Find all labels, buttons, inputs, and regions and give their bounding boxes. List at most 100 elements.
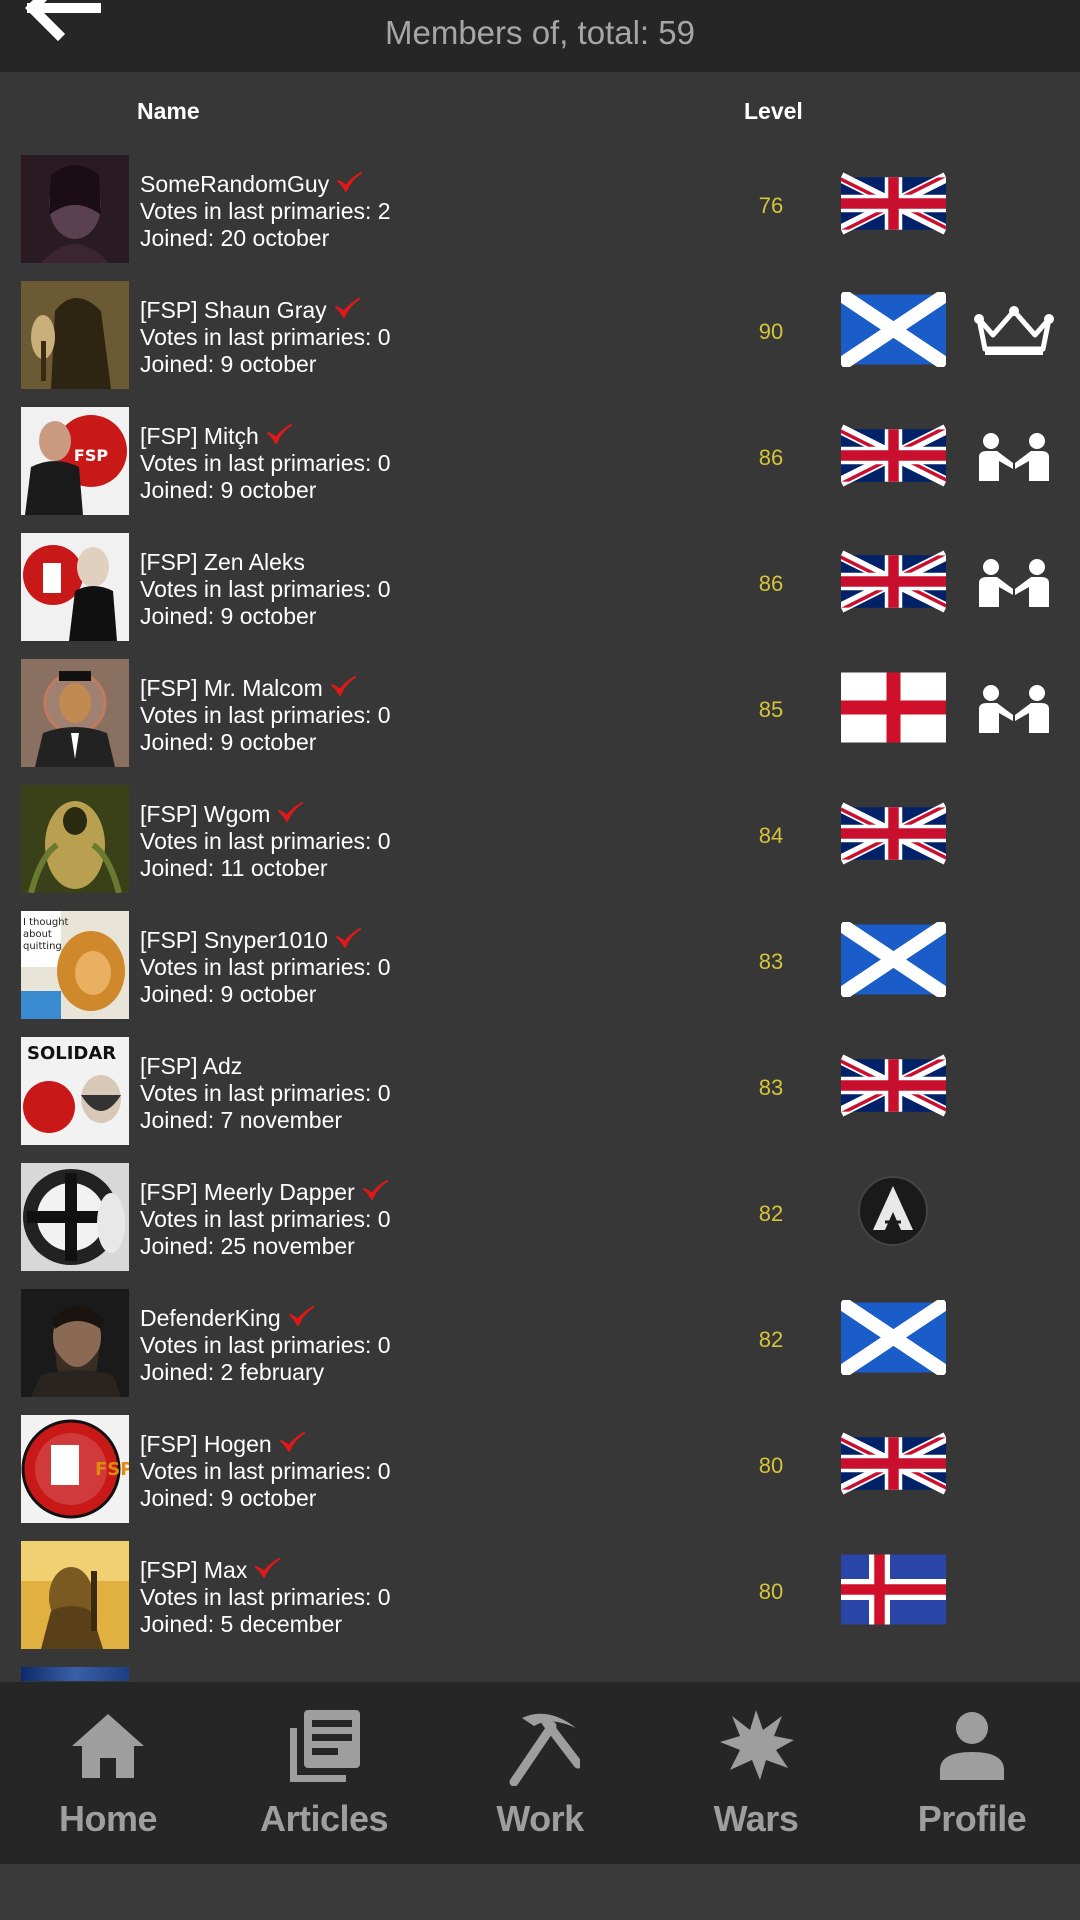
member-name[interactable]: [FSP] Zen Aleks — [140, 549, 305, 575]
member-votes: Votes in last primaries: 0 — [140, 702, 391, 728]
nav-label: Articles — [259, 1798, 389, 1839]
member-joined: Joined: 5 december — [140, 1611, 343, 1637]
member-votes: Votes in last primaries: 0 — [140, 1458, 391, 1484]
member-row[interactable]: [FSP] Wgom Votes in last primaries: 0 Join… — [0, 783, 1080, 909]
member-level: 76 — [758, 193, 784, 218]
member-row[interactable]: DefenderKing Votes in last primaries: 0 Jo… — [0, 1287, 1080, 1413]
member-joined: Joined: 11 october — [140, 855, 328, 881]
member-name-line[interactable]: [FSP] Mr. Malcom — [140, 675, 391, 702]
member-name[interactable]: [FSP] Snyper1010 — [140, 927, 328, 953]
articles-icon — [290, 1710, 360, 1782]
member-info: SomeRandomGuy Votes in last primaries: 2J… — [140, 171, 391, 252]
member-name-line[interactable]: [FSP] Mitçh — [140, 423, 391, 450]
member-name[interactable]: [FSP] Wgom — [140, 801, 270, 827]
member-level: 86 — [758, 571, 784, 596]
svg-text:SOLIDAR: SOLIDAR — [27, 1043, 116, 1064]
member-avatar[interactable]: I thought about quitting — [21, 911, 129, 1019]
verified-check-icon — [279, 1431, 305, 1452]
member-row[interactable]: [FSP] Shaun Gray Votes in last primaries:… — [0, 279, 1080, 405]
uk-flag-icon — [841, 544, 946, 619]
member-row[interactable]: SomeRandomGuy Votes in last primaries: 2J… — [0, 153, 1080, 279]
member-row[interactable]: [FSP] Meerly Dapper Votes in last primari… — [0, 1161, 1080, 1287]
member-avatar[interactable] — [21, 1541, 129, 1649]
uk-flag-icon — [841, 418, 946, 493]
member-votes: Votes in last primaries: 0 — [140, 450, 391, 476]
member-avatar[interactable]: FSP — [21, 1415, 129, 1523]
nav-profile[interactable]: Profile — [864, 1682, 1080, 1864]
member-level: 90 — [758, 319, 784, 344]
nav-label: Wars — [713, 1798, 799, 1839]
member-name[interactable]: [FSP] Mr. Malcom — [140, 675, 323, 701]
member-joined: Joined: 9 october — [140, 477, 317, 503]
member-name[interactable]: [FSP] Adz — [140, 1053, 242, 1079]
member-name-line[interactable]: DefenderKing — [140, 1305, 391, 1332]
partial-avatar — [21, 1667, 129, 1681]
member-avatar[interactable]: SOLIDAR — [21, 1037, 129, 1145]
scotland-flag-icon — [841, 292, 946, 367]
verified-check-icon — [362, 1179, 388, 1200]
member-info: [FSP] Hogen Votes in last primaries: 0 Joi… — [140, 1431, 391, 1512]
member-name[interactable]: SomeRandomGuy — [140, 171, 329, 197]
nav-wars[interactable]: Wars — [648, 1682, 864, 1864]
member-votes: Votes in last primaries: 0 — [140, 1584, 391, 1610]
member-row[interactable]: [FSP] Zen Aleks Votes in last primaries: … — [0, 531, 1080, 657]
member-name-line[interactable]: [FSP] Snyper1010 — [140, 927, 391, 954]
member-row[interactable]: SOLIDAR [FSP] Adz Votes in last primaries:… — [0, 1035, 1080, 1161]
member-avatar[interactable] — [21, 155, 129, 263]
member-avatar[interactable] — [21, 533, 129, 641]
member-info: [FSP] Snyper1010 Votes in last primaries:… — [140, 927, 391, 1008]
member-name[interactable]: [FSP] Meerly Dapper — [140, 1179, 355, 1205]
member-avatar[interactable] — [21, 281, 129, 389]
member-name-line[interactable]: [FSP] Shaun Gray — [140, 297, 391, 324]
member-row[interactable]: FSP [FSP] Hogen Votes in last primaries: 0… — [0, 1413, 1080, 1539]
member-row[interactable]: FSP [FSP] Mitçh Votes in last primaries: 0… — [0, 405, 1080, 531]
handshake-icon — [973, 431, 1055, 485]
profile-icon — [940, 1712, 1004, 1780]
iceland-flag-icon — [841, 1552, 946, 1627]
member-name[interactable]: [FSP] Hogen — [140, 1431, 272, 1457]
member-level: 82 — [758, 1327, 784, 1352]
crown-icon — [973, 305, 1055, 359]
member-name[interactable]: [FSP] Max — [140, 1557, 247, 1583]
member-avatar[interactable]: FSP — [21, 407, 129, 515]
member-level: 82 — [758, 1201, 784, 1226]
member-name-line[interactable]: SomeRandomGuy — [140, 171, 391, 198]
member-joined: Joined: 9 october — [140, 981, 317, 1007]
member-name-line[interactable]: [FSP] Wgom — [140, 801, 391, 828]
member-votes: Votes in last primaries: 0 — [140, 576, 391, 602]
member-row[interactable]: [FSP] Mr. Malcom Votes in last primaries:… — [0, 657, 1080, 783]
nav-articles[interactable]: Articles — [216, 1682, 432, 1864]
member-name-line[interactable]: [FSP] Zen Aleks — [140, 549, 391, 576]
member-name[interactable]: DefenderKing — [140, 1305, 281, 1331]
member-avatar[interactable] — [21, 1289, 129, 1397]
member-avatar[interactable] — [21, 785, 129, 893]
nav-label: Work — [496, 1798, 584, 1839]
member-info: DefenderKing Votes in last primaries: 0 Jo… — [140, 1305, 391, 1386]
member-name-line[interactable]: [FSP] Hogen — [140, 1431, 391, 1458]
member-avatar[interactable] — [21, 659, 129, 767]
member-avatar[interactable] — [21, 1163, 129, 1271]
verified-check-icon — [330, 675, 356, 696]
member-row[interactable]: [FSP] Max Votes in last primaries: 0 Joine… — [0, 1539, 1080, 1665]
nav-work[interactable]: Work — [432, 1682, 648, 1864]
uk-flag-icon — [841, 1426, 946, 1501]
member-joined: Joined: 2 february — [140, 1359, 325, 1385]
handshake-icon — [973, 683, 1055, 737]
member-name[interactable]: [FSP] Mitçh — [140, 423, 259, 449]
member-name-line[interactable]: [FSP] Meerly Dapper — [140, 1179, 391, 1206]
bottom-navigation: Home Articles Work Wars Profile — [0, 1682, 1080, 1864]
member-row[interactable]: I thought about quitting [FSP] Snyper1010 Vo… — [0, 909, 1080, 1035]
member-name-line[interactable]: [FSP] Max — [140, 1557, 391, 1584]
member-name-line[interactable]: [FSP] Adz — [140, 1053, 391, 1080]
nav-home[interactable]: Home — [0, 1682, 216, 1864]
member-name[interactable]: [FSP] Shaun Gray — [140, 297, 327, 323]
scotland-flag-icon — [841, 922, 946, 997]
pickaxe-icon — [509, 1713, 580, 1786]
uk-flag-icon — [841, 1048, 946, 1123]
svg-text:about: about — [23, 929, 52, 940]
member-votes: Votes in last primaries: 0 — [140, 1332, 391, 1358]
home-icon — [72, 1714, 144, 1778]
svg-text:FSP: FSP — [74, 446, 108, 465]
member-info: [FSP] Wgom Votes in last primaries: 0 Join… — [140, 801, 391, 882]
top-bar: Members of, total: 59 — [0, 0, 1080, 72]
